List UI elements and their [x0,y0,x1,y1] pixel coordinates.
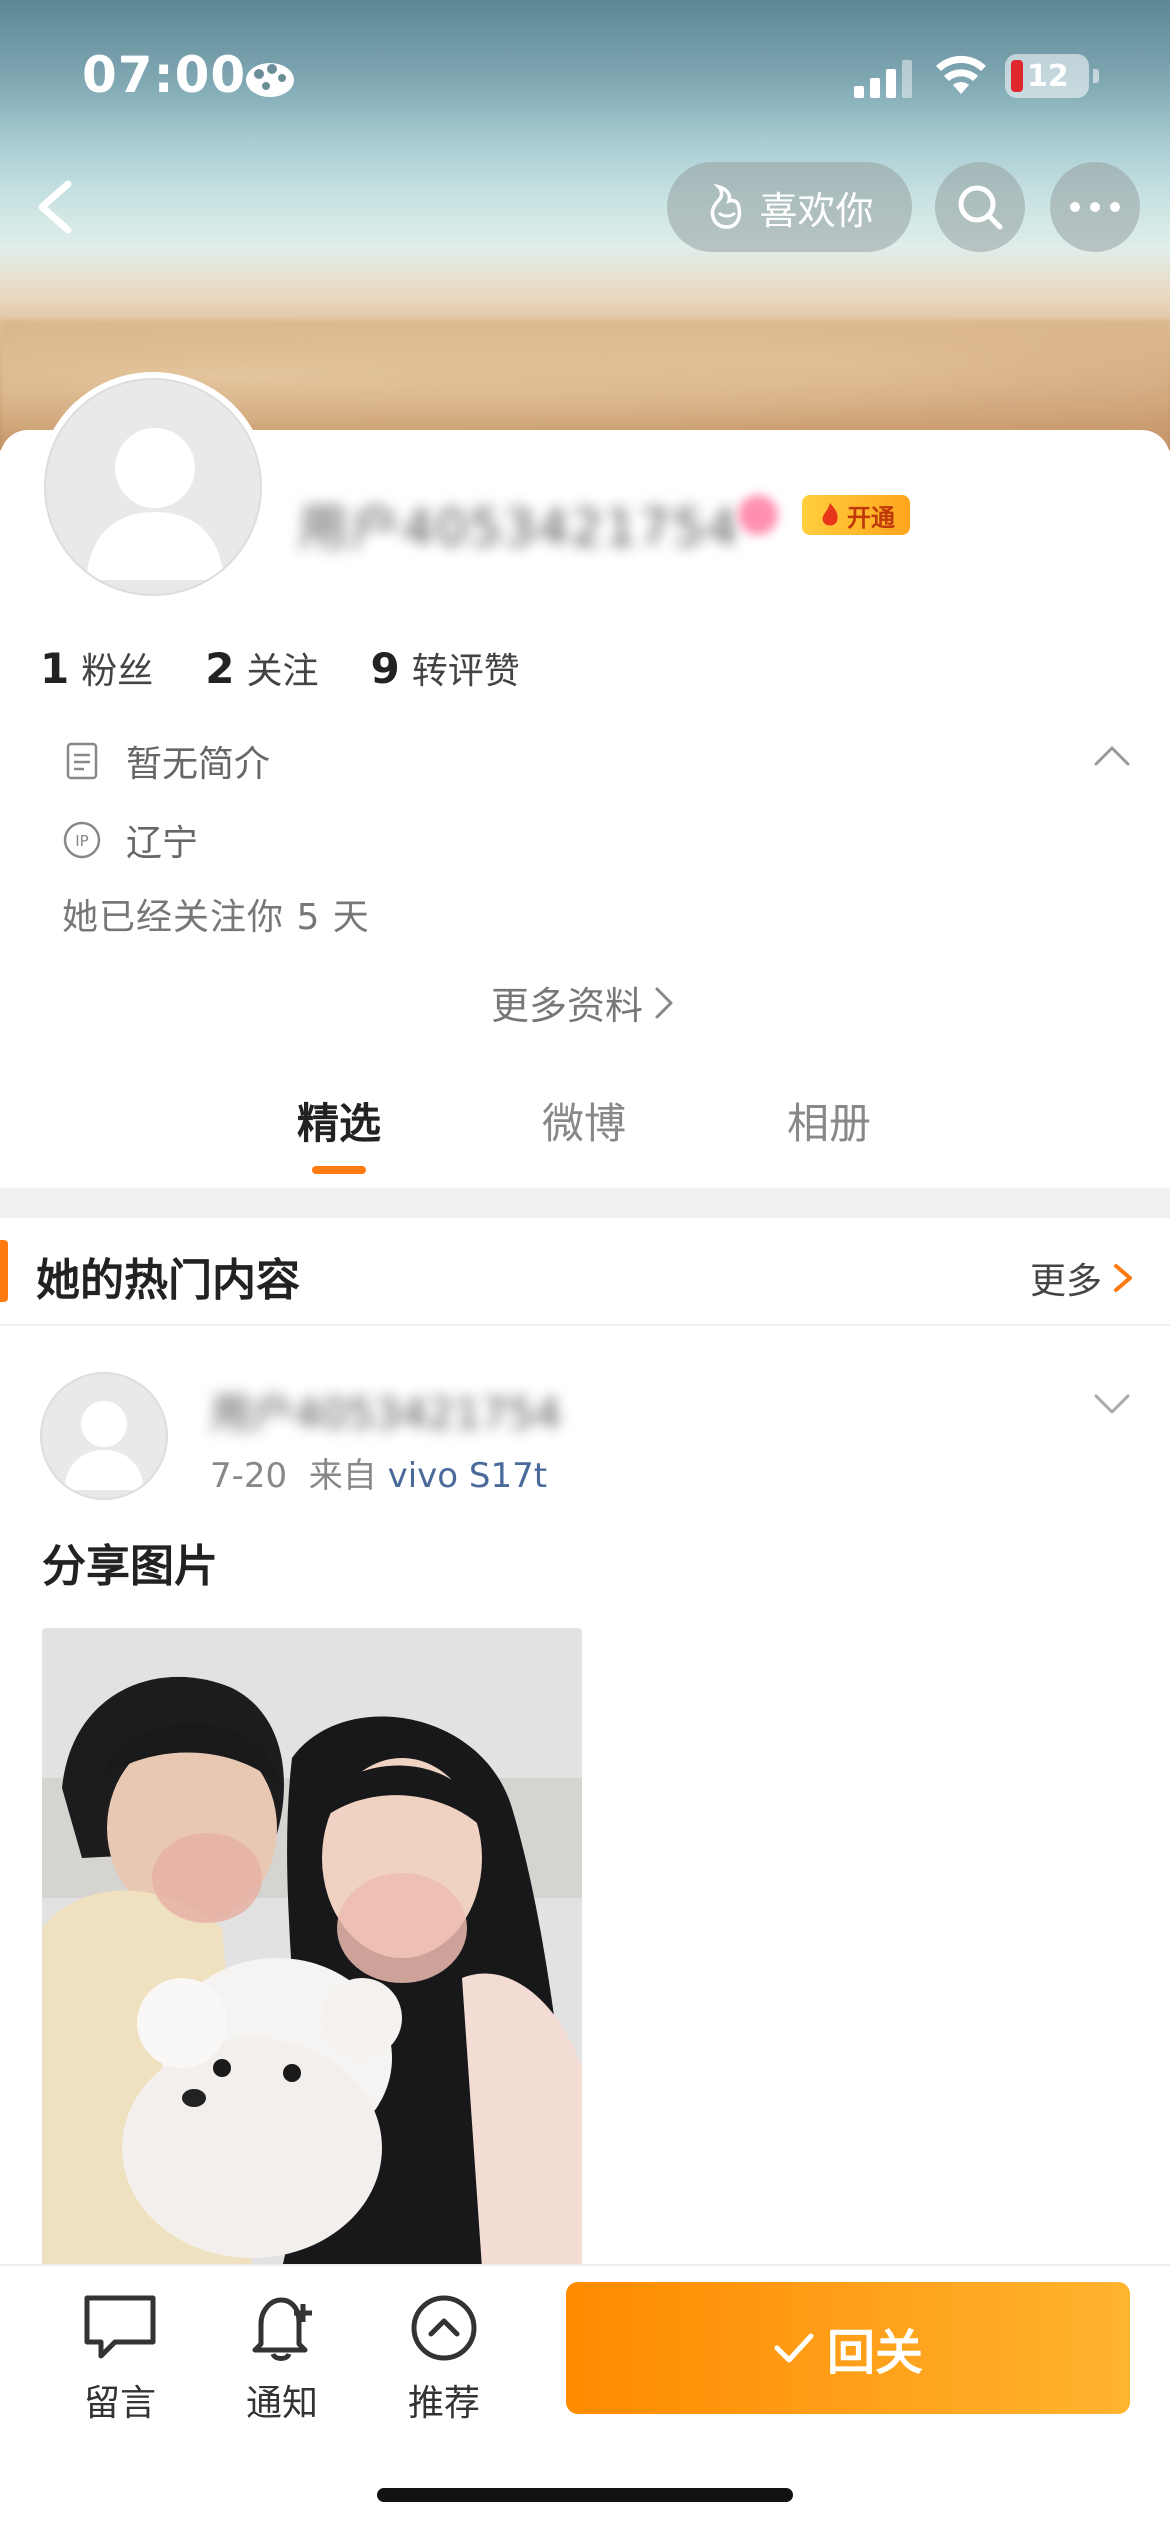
stat-fans-label: 粉丝 [81,651,154,692]
checkmark-icon [774,2333,814,2363]
tab-featured[interactable]: 精选 [239,1090,439,1151]
more-options-button[interactable] [1050,162,1140,252]
post-date: 7-20 [210,1456,288,1496]
back-arrow-icon[interactable] [28,172,88,242]
stat-following[interactable]: 2 关注 [205,642,318,694]
post-source-prefix: 来自 [308,1456,377,1496]
recommend-label: 推荐 [407,2383,480,2424]
vip-label: 开通 [847,503,895,532]
default-user-icon [64,1401,144,1490]
follow-duration-note: 她已经关注你 5 天 [62,897,370,938]
active-tab-indicator [312,1166,366,1174]
post-device[interactable]: vivo S17t [388,1456,547,1496]
message-icon [84,2295,156,2359]
section-divider [0,1188,1170,1218]
document-icon [66,742,98,780]
stat-following-count: 2 [205,644,235,693]
bio-text: 暂无简介 [126,744,271,785]
post-author-avatar[interactable] [40,1372,168,1500]
status-time: 07:00 [82,46,247,104]
avatar[interactable] [38,372,268,602]
status-bar: 07:00 12 [0,0,1170,150]
search-icon [958,185,1003,230]
more-info-link[interactable]: 更多资料 [0,975,1170,1030]
battery-low-indicator [1011,60,1023,92]
section-accent-bar [0,1240,8,1302]
chevron-up-circle-icon [411,2295,477,2361]
follow-back-label: 回关 [826,2325,923,2381]
hot-content-more-link[interactable]: 更多 [1030,1252,1136,1304]
profile-username: 用户4053421754 [298,499,741,557]
message-button[interactable]: 留言 [60,2292,180,2426]
chevron-right-icon [655,987,673,1018]
wifi-icon [936,55,986,94]
ip-location: 辽宁 [126,823,199,864]
default-user-icon [86,428,224,580]
vip-flame-icon [822,503,838,526]
stat-interactions-label: 转评赞 [411,651,520,692]
profile-stats: 1 粉丝 2 关注 9 转评赞 [40,642,572,694]
more-label: 更多 [1029,1261,1102,1302]
bio-row: 暂无简介 [62,735,270,787]
paw-icon [246,63,294,97]
follow-back-button[interactable]: 回关 [566,2282,1130,2414]
sprout-icon [711,183,742,229]
chevron-down-icon[interactable] [1092,1388,1132,1418]
cellular-signal-icon [854,60,912,98]
tab-album[interactable]: 相册 [729,1090,929,1151]
tab-weibo[interactable]: 微博 [484,1090,684,1151]
hot-content-title: 她的热门内容 [36,1255,300,1306]
chevron-right-orange-icon [1114,1264,1132,1292]
post-text: 分享图片 [42,1541,218,1592]
photo-illustration [42,1628,582,2268]
battery-tip [1093,69,1099,83]
stat-following-label: 关注 [246,651,319,692]
post-author-name[interactable]: 用户4053421754 [210,1380,561,1441]
notify-button[interactable]: 通知 [222,2292,342,2426]
notify-label: 通知 [245,2383,318,2424]
ip-row: IP 辽宁 [62,814,198,866]
badge-dot [738,495,778,535]
bell-plus-icon [252,2297,312,2361]
stat-interactions-count: 9 [370,644,400,693]
more-info-label: 更多资料 [490,984,643,1028]
recommend-button[interactable]: 推荐 [384,2292,504,2426]
post-meta: 7-20 来自 vivo S17t [210,1448,547,1497]
like-you-button[interactable]: 喜欢你 [667,162,912,252]
battery-level: 12 [1027,58,1069,94]
like-you-label: 喜欢你 [759,188,874,233]
svg-text:IP: IP [75,832,88,850]
post-photo[interactable] [42,1628,582,2268]
stat-fans-count: 1 [40,644,70,693]
profile-tabs: 精选 微博 相册 [0,1090,1170,1190]
home-indicator[interactable] [377,2488,793,2502]
search-button[interactable] [935,162,1025,252]
battery-icon: 12 [1005,54,1099,98]
vip-open-badge[interactable]: 开通 [802,495,910,535]
message-label: 留言 [83,2383,156,2424]
chevron-up-icon[interactable] [1092,740,1132,770]
ip-icon: IP [63,821,101,859]
more-dots-icon [1070,202,1120,212]
stat-fans[interactable]: 1 粉丝 [40,642,153,694]
stat-interactions[interactable]: 9 转评赞 [371,642,520,694]
hot-content-header: 她的热门内容 更多 [0,1218,1170,1326]
avatar-placeholder [44,378,262,596]
